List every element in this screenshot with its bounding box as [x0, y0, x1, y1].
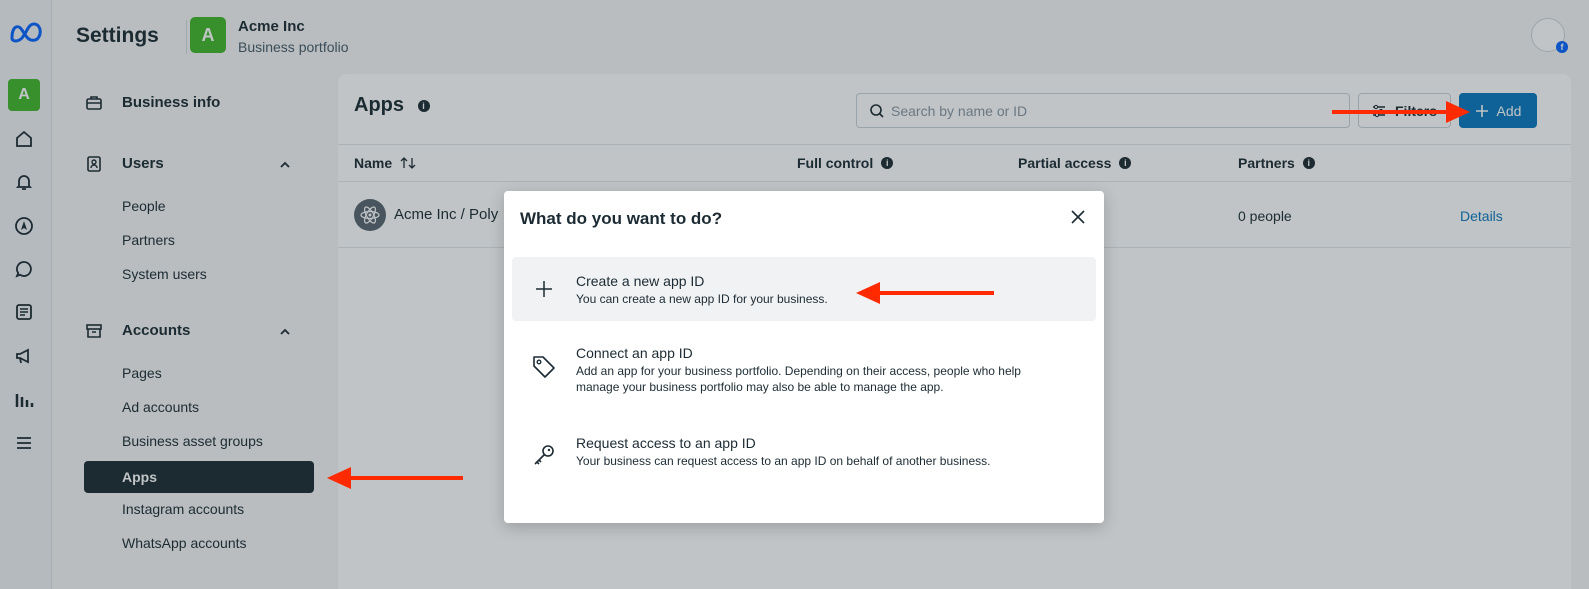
key-icon [530, 441, 558, 469]
option-create-title: Create a new app ID [576, 273, 705, 289]
tag-icon [530, 353, 558, 381]
option-create-app[interactable]: Create a new app ID You can create a new… [512, 257, 1096, 321]
annotation-arrow-right-icon [1332, 101, 1470, 123]
option-request-access[interactable]: Request access to an app ID Your busines… [512, 431, 1096, 489]
plus-icon [530, 275, 558, 303]
dialog-title: What do you want to do? [520, 209, 723, 228]
option-connect-app[interactable]: Connect an app ID Add an app for your bu… [512, 339, 1096, 409]
annotation-arrow-left-icon [856, 282, 994, 304]
option-connect-desc: Add an app for your business portfolio. … [576, 364, 1021, 394]
add-app-dialog: What do you want to do? Create a new app… [504, 191, 1104, 523]
close-icon[interactable] [1068, 207, 1088, 227]
annotation-arrow-left-icon [327, 467, 463, 489]
option-connect-title: Connect an app ID [576, 345, 693, 361]
option-request-title: Request access to an app ID [576, 435, 756, 451]
option-request-desc: Your business can request access to an a… [576, 454, 991, 468]
